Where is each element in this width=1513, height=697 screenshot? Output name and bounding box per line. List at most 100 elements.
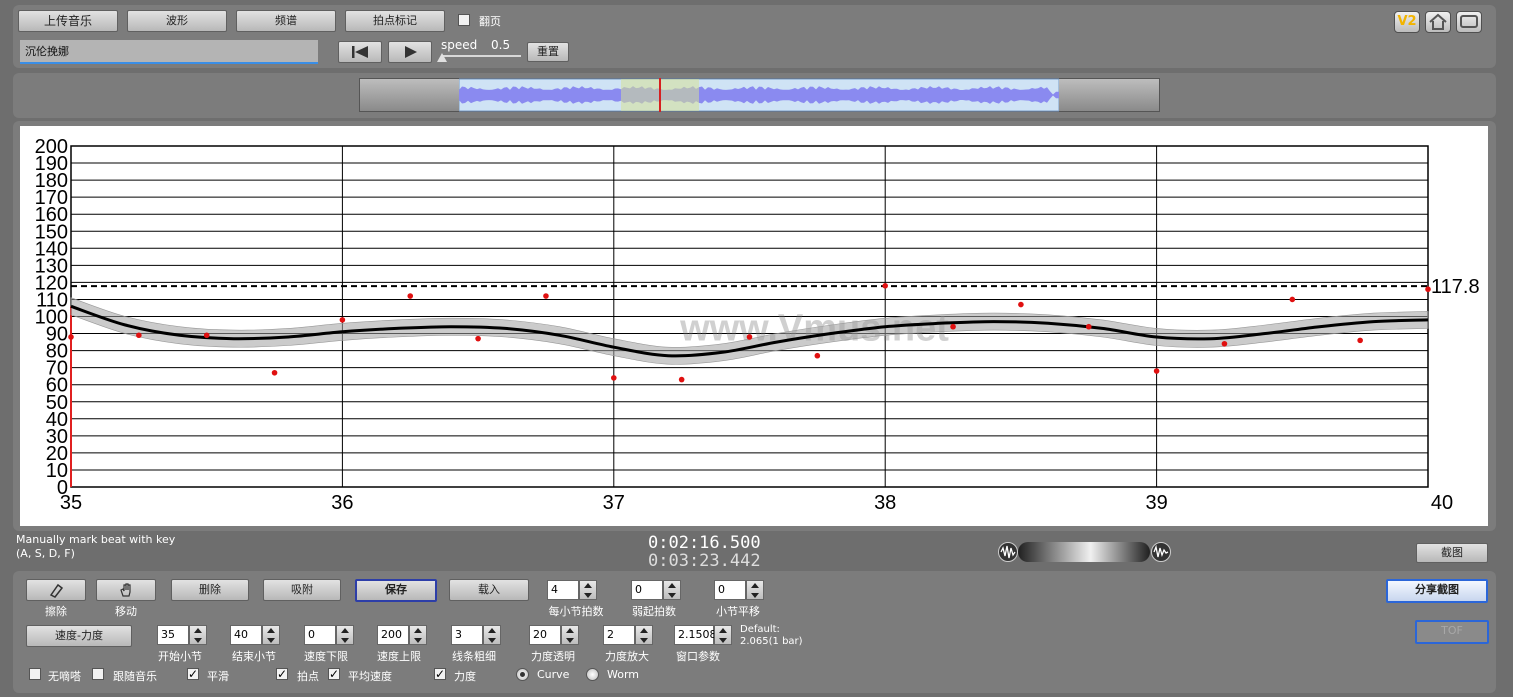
beats-per-bar-value[interactable]: 4 (547, 580, 579, 600)
upload-music-button[interactable]: 上传音乐 (18, 10, 118, 32)
curve-radio[interactable] (516, 668, 529, 681)
end-bar-arrows[interactable] (262, 625, 280, 645)
window-param-arrows[interactable] (714, 625, 732, 645)
wave-toggle-left[interactable] (998, 542, 1018, 562)
beat-point-5[interactable] (407, 293, 414, 299)
snap-button[interactable]: 吸附 (263, 579, 341, 601)
dynamics-opacity-value[interactable]: 20 (529, 625, 561, 645)
line-width-arrows[interactable] (483, 625, 501, 645)
beats-checkbox[interactable]: ✓ (276, 668, 288, 680)
tempo-max-arrows[interactable] (409, 625, 427, 645)
avg-tempo-checkbox[interactable]: ✓ (328, 668, 340, 680)
dynamics-opacity-label: 力度透明 (531, 650, 575, 663)
move-button[interactable] (96, 579, 156, 601)
beat-point-19[interactable] (1357, 337, 1363, 344)
overview-waveform[interactable] (459, 78, 1059, 112)
window-param-stepper[interactable]: 2.1508 (674, 625, 732, 645)
speed-slider-thumb[interactable] (437, 53, 447, 62)
save-button[interactable]: 保存 (355, 579, 437, 602)
share-screenshot-button[interactable]: 分享截图 (1386, 579, 1488, 603)
tempo-min-value[interactable]: 0 (304, 625, 336, 645)
beat-point-2[interactable] (203, 332, 210, 339)
beat-point-0[interactable] (68, 334, 74, 340)
line-width-value[interactable]: 3 (451, 625, 483, 645)
tempo-min-arrows[interactable] (336, 625, 354, 645)
beat-point-6[interactable] (475, 335, 481, 342)
curve-label: Curve (537, 668, 570, 681)
waveform-button[interactable]: 波形 (127, 10, 227, 32)
pickup-stepper[interactable]: 0 (631, 580, 681, 600)
beat-point-1[interactable] (136, 332, 142, 339)
rewind-button[interactable] (338, 41, 382, 63)
dynamics-scale-value[interactable]: 2 (603, 625, 635, 645)
bar-offset-stepper[interactable]: 0 (714, 580, 764, 600)
beat-point-7[interactable] (543, 293, 549, 299)
beat-point-3[interactable] (271, 369, 278, 376)
tempo-chart[interactable]: 0102030405060708090100110120130140150160… (20, 126, 1488, 526)
beat-point-12[interactable] (882, 283, 888, 289)
beats-per-bar-stepper[interactable]: 4 (547, 580, 597, 600)
play-icon (405, 46, 417, 58)
delete-button[interactable]: 删除 (171, 579, 249, 601)
worm-radio[interactable] (586, 668, 599, 681)
dynamics-scale-label: 力度放大 (605, 650, 649, 663)
tof-button[interactable]: TOF (1415, 620, 1489, 644)
tempo-min-stepper[interactable]: 0 (304, 625, 354, 645)
tempo-max-stepper[interactable]: 200 (377, 625, 427, 645)
screenshot-button[interactable]: 截图 (1416, 543, 1488, 563)
home-button[interactable] (1425, 11, 1451, 33)
volume-slider[interactable] (1018, 542, 1150, 562)
start-bar-arrows[interactable] (189, 625, 207, 645)
fullscreen-button[interactable] (1456, 11, 1482, 33)
reset-button[interactable]: 重置 (527, 42, 569, 62)
track-name-field[interactable]: 沉伦挽娜 (20, 40, 318, 64)
skip-back-icon (352, 46, 368, 58)
end-bar-stepper[interactable]: 40 (230, 625, 280, 645)
dynamics-opacity-arrows[interactable] (561, 625, 579, 645)
beats-per-bar-arrows[interactable] (579, 580, 597, 600)
speed-slider-track[interactable] (441, 55, 521, 57)
no-tick-checkbox[interactable] (29, 668, 41, 680)
spectrum-button[interactable]: 频谱 (236, 10, 336, 32)
beat-point-17[interactable] (1221, 340, 1228, 347)
beat-point-15[interactable] (1085, 323, 1092, 330)
beat-point-14[interactable] (1018, 301, 1024, 308)
follow-music-checkbox[interactable] (92, 668, 104, 680)
beat-point-20[interactable] (1425, 286, 1431, 293)
window-param-value[interactable]: 2.1508 (674, 625, 717, 645)
pickup-arrows[interactable] (663, 580, 681, 600)
bar-offset-value[interactable]: 0 (714, 580, 746, 600)
dynamics-opacity-stepper[interactable]: 20 (529, 625, 579, 645)
eraser-label: 擦除 (45, 605, 67, 618)
beat-point-4[interactable] (339, 317, 346, 323)
dynamics-scale-stepper[interactable]: 2 (603, 625, 653, 645)
play-button[interactable] (388, 41, 432, 63)
manual-mark-keys: (A, S, D, F) (16, 547, 75, 560)
beat-point-18[interactable] (1289, 296, 1296, 303)
eraser-button[interactable] (26, 579, 86, 601)
follow-music-label: 跟随音乐 (113, 670, 157, 683)
bar-offset-arrows[interactable] (746, 580, 764, 600)
start-bar-value[interactable]: 35 (157, 625, 189, 645)
smooth-checkbox[interactable]: ✓ (187, 668, 199, 680)
beat-point-10[interactable] (746, 334, 753, 340)
load-button[interactable]: 载入 (449, 579, 529, 601)
start-bar-stepper[interactable]: 35 (157, 625, 207, 645)
beat-point-13[interactable] (950, 323, 956, 330)
wave-toggle-right[interactable] (1151, 542, 1171, 562)
beat-point-8[interactable] (611, 375, 617, 381)
dynamics-checkbox[interactable]: ✓ (434, 668, 446, 680)
tempo-max-value[interactable]: 200 (377, 625, 409, 645)
beat-point-11[interactable] (814, 352, 821, 359)
line-width-stepper[interactable]: 3 (451, 625, 501, 645)
beat-mark-button[interactable]: 拍点标记 (345, 10, 445, 32)
dynamics-scale-arrows[interactable] (635, 625, 653, 645)
beat-point-16[interactable] (1153, 368, 1160, 374)
flip-page-checkbox[interactable] (458, 14, 470, 26)
screen-icon (1460, 15, 1478, 28)
version-v2-button[interactable]: V2 (1394, 11, 1420, 33)
beat-point-9[interactable] (678, 376, 685, 383)
pickup-value[interactable]: 0 (631, 580, 663, 600)
tempo-dynamics-mode-button[interactable]: 速度-力度 (26, 625, 132, 647)
end-bar-value[interactable]: 40 (230, 625, 262, 645)
